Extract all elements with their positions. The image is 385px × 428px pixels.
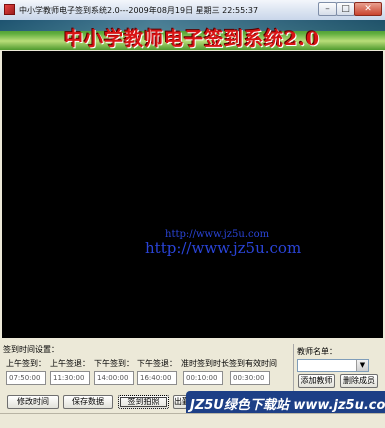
watermark-large: http://www.jz5u.com <box>145 239 302 257</box>
save-data-button[interactable]: 保存数据 <box>63 395 113 409</box>
morning-signout-label: 上午签退： <box>50 359 90 368</box>
valid-time-label: 签到有效时间 <box>229 359 277 368</box>
afternoon-signin-label: 下午签到： <box>94 359 134 368</box>
morning-signout-input[interactable] <box>50 371 90 385</box>
maximize-button[interactable]: □ <box>336 2 355 16</box>
app-window: 中小学教师电子签到系统2.0---2009年08月19日 星期三 22:55:3… <box>0 0 385 428</box>
footer-strip <box>0 413 385 428</box>
window-title: 中小学教师电子签到系统2.0---2009年08月19日 星期三 22:55:3… <box>19 6 259 15</box>
morning-signin-label: 上午签到： <box>6 359 46 368</box>
app-icon <box>4 4 15 15</box>
modify-time-button[interactable]: 修改时间 <box>7 395 59 409</box>
ontime-duration-input[interactable] <box>183 371 223 385</box>
add-teacher-button[interactable]: 添加教师 <box>298 374 335 388</box>
banner-title: 中小学教师电子签到系统2.0 <box>64 28 321 50</box>
close-window-button[interactable]: ✕ <box>354 2 382 16</box>
chevron-down-icon[interactable]: ▼ <box>356 360 368 371</box>
afternoon-signin-input[interactable] <box>94 371 134 385</box>
site-watermark-text: JZ5U绿色下载站 www.jz5u.com <box>190 398 385 413</box>
settings-group-label: 签到时间设置： <box>3 345 59 354</box>
site-watermark-badge: JZ5U绿色下载站 www.jz5u.com <box>186 391 385 413</box>
minimize-button[interactable]: – <box>318 2 337 16</box>
camera-preview: http://www.jz5u.com http://www.jz5u.com <box>2 51 383 338</box>
teacher-list-label: 教师名单： <box>297 347 337 356</box>
teacher-select[interactable]: ▼ <box>297 359 369 372</box>
delete-member-button[interactable]: 删除成员 <box>340 374 378 388</box>
title-bar[interactable]: 中小学教师电子签到系统2.0---2009年08月19日 星期三 22:55:3… <box>0 0 385 21</box>
header-banner: 中小学教师电子签到系统2.0 <box>0 20 385 50</box>
signin-photo-button[interactable]: 签到拍照 <box>118 395 169 409</box>
stats-button[interactable]: 出勤统计 <box>173 395 187 409</box>
valid-time-input[interactable] <box>230 371 270 385</box>
ontime-duration-label: 准时签到时长 <box>181 359 229 368</box>
morning-signin-input[interactable] <box>6 371 46 385</box>
afternoon-signout-label: 下午签退： <box>137 359 177 368</box>
afternoon-signout-input[interactable] <box>137 371 177 385</box>
